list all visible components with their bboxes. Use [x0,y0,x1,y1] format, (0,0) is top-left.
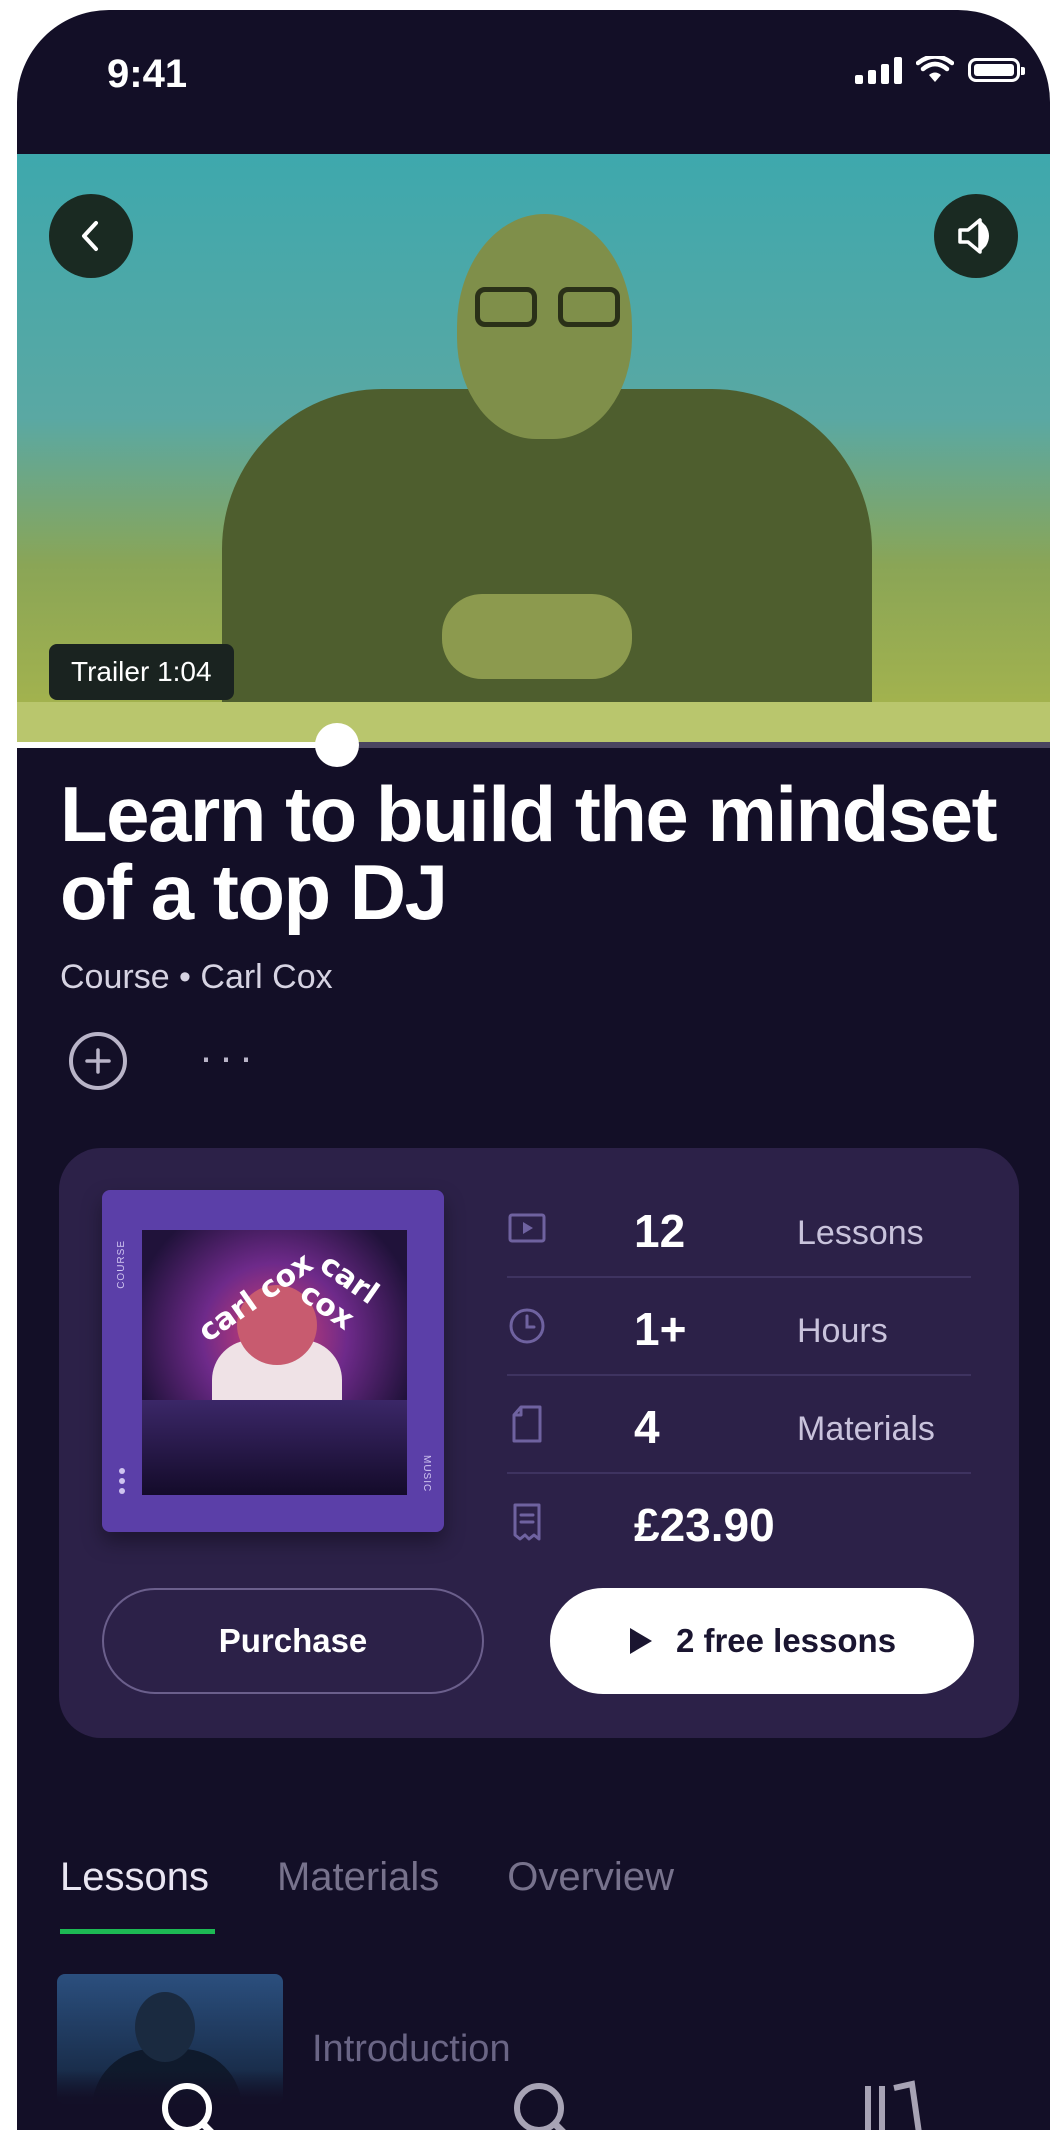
stat-label: Hours [797,1312,888,1350]
stat-row-lessons: 12 Lessons [507,1180,971,1278]
play-square-icon [508,1213,546,1243]
stat-value: 12 [634,1205,686,1257]
app-screen: 9:41 Trailer 1:04 Learn to build the min… [17,10,1050,2130]
stat-value: 4 [634,1401,660,1453]
free-lessons-label: 2 free lessons [675,1622,897,1659]
status-time: 9:41 [107,52,188,96]
library-icon[interactable] [860,2080,930,2130]
video-desk [17,702,1050,742]
speaker-icon [958,218,989,254]
document-icon [512,1405,542,1443]
cover-side-label-left: COURSE [116,1240,127,1289]
trailer-badge: Trailer 1:04 [49,644,234,700]
trailer-video[interactable]: Trailer 1:04 [17,154,1050,742]
tab-lessons[interactable]: Lessons [60,1855,215,1934]
battery-icon [968,58,1025,82]
tab-overview[interactable]: Overview [507,1855,674,1934]
purchase-button[interactable]: Purchase [102,1588,484,1694]
free-lessons-button[interactable]: 2 free lessons [550,1588,974,1694]
cover-photo: carl cox carl cox [142,1230,407,1495]
video-progress-fill [17,742,338,748]
video-glasses [475,287,620,329]
clock-icon [509,1308,545,1344]
stat-value: 1+ [634,1303,687,1355]
course-subtitle: Course • Carl Cox [60,958,333,996]
content-tabs: Lessons Materials Overview [60,1855,674,1934]
plus-icon [85,1048,111,1074]
stat-label: Lessons [797,1214,924,1252]
mute-button[interactable] [934,194,1018,278]
play-icon [629,1628,652,1654]
wifi-icon [916,56,954,82]
search-icon[interactable] [509,2080,579,2130]
lesson-title[interactable]: Introduction [312,2028,511,2071]
course-cover-art: COURSE carl cox carl cox MUSIC [102,1190,444,1532]
tab-materials[interactable]: Materials [277,1855,439,1934]
home-search-icon[interactable] [157,2080,227,2130]
video-person-body [222,389,872,742]
status-icons [855,56,1025,84]
video-person-hands [442,594,632,679]
video-scrubber-handle[interactable] [315,723,360,767]
course-title: Learn to build the mindset of a top DJ [60,770,998,936]
course-info-card: COURSE carl cox carl cox MUSIC 12 Lesson… [59,1148,1019,1738]
stat-row-materials: 4 Materials [507,1376,971,1474]
price-value: £23.90 [634,1499,775,1551]
stat-row-price: £23.90 [507,1474,971,1570]
cover-side-label-right: MUSIC [421,1454,432,1492]
video-progress-bar[interactable] [17,723,1050,767]
cover-dots [119,1468,125,1494]
add-to-library-button[interactable] [69,1032,127,1090]
stat-row-hours: 1+ Hours [507,1278,971,1376]
more-options-button[interactable]: ··· [199,1036,259,1078]
back-button[interactable] [49,194,133,278]
chevron-left-icon [82,221,98,251]
receipt-icon [513,1503,541,1541]
course-stats: 12 Lessons 1+ Hours 4 Materials £23.90 [507,1180,971,1570]
stat-label: Materials [797,1410,935,1448]
signal-icon [855,56,902,84]
